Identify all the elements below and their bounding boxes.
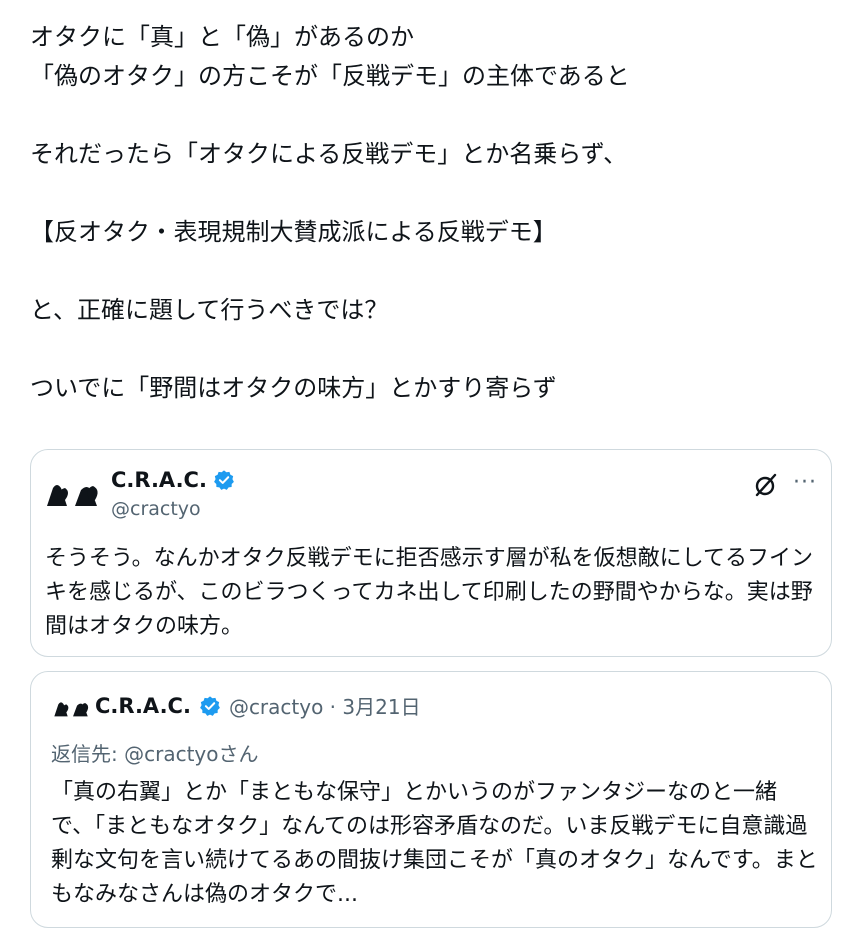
grok-icon[interactable] <box>753 472 779 498</box>
post-line: それだったら「オタクによる反戦デモ」とか名乗らず、 <box>30 140 628 168</box>
verified-badge-icon <box>200 695 220 716</box>
author-row: C.R.A.C. <box>111 468 235 492</box>
post-line-blank <box>30 252 840 291</box>
author-row: C.R.A.C. @cractyo · 3月21日 <box>95 691 421 720</box>
handle-and-date[interactable]: @cractyo · 3月21日 <box>229 691 421 720</box>
nested-quoted-post-text: 「真の右翼」とか「まともな保守」とかいうのがファンタジーなのと一緒で、「まともな… <box>51 780 818 907</box>
quoted-post-text: そうそう。なんかオタク反戦デモに拒否感示す層が私を仮想敵にしてるフインキを感じる… <box>45 546 814 639</box>
quoted-post-card[interactable]: C.R.A.C. @cractyo ··· そうそう。なんかオタク反戦デモに拒否… <box>30 449 832 657</box>
post-line: ついでに「野間はオタクの味方」とかすり寄らず <box>30 374 557 402</box>
nested-quoted-post-card[interactable]: C.R.A.C. @cractyo · 3月21日 返信先: @cractyoさ… <box>30 671 832 928</box>
display-name[interactable]: C.R.A.C. <box>111 468 207 492</box>
post-line: と、正確に題して行うべきでは？ <box>30 296 389 324</box>
post-line: 【反オタク・表現規制大賛成派による反戦デモ】 <box>30 218 557 246</box>
handle[interactable]: @cractyo <box>111 498 201 520</box>
post-text: オタクに「真」と「偽」があるのか 「偽のオタク」の方こそが「反戦デモ」の主体であ… <box>30 18 840 408</box>
verified-badge-icon <box>214 470 234 490</box>
post-line-blank <box>30 330 840 369</box>
avatar[interactable] <box>45 480 101 508</box>
reply-to-label: 返信先: @cractyoさん <box>51 742 259 766</box>
avatar-logo <box>47 485 98 506</box>
post-line: 「偽のオタク」の方こそが「反戦デモ」の主体であると <box>30 62 630 90</box>
post-line: オタクに「真」と「偽」があるのか <box>30 23 414 51</box>
display-name[interactable]: C.R.A.C. <box>95 694 191 718</box>
avatar[interactable] <box>53 699 90 718</box>
more-icon[interactable]: ··· <box>793 470 817 496</box>
post-line-blank <box>30 174 840 213</box>
post-line-blank <box>30 96 840 135</box>
avatar-logo <box>54 702 89 717</box>
